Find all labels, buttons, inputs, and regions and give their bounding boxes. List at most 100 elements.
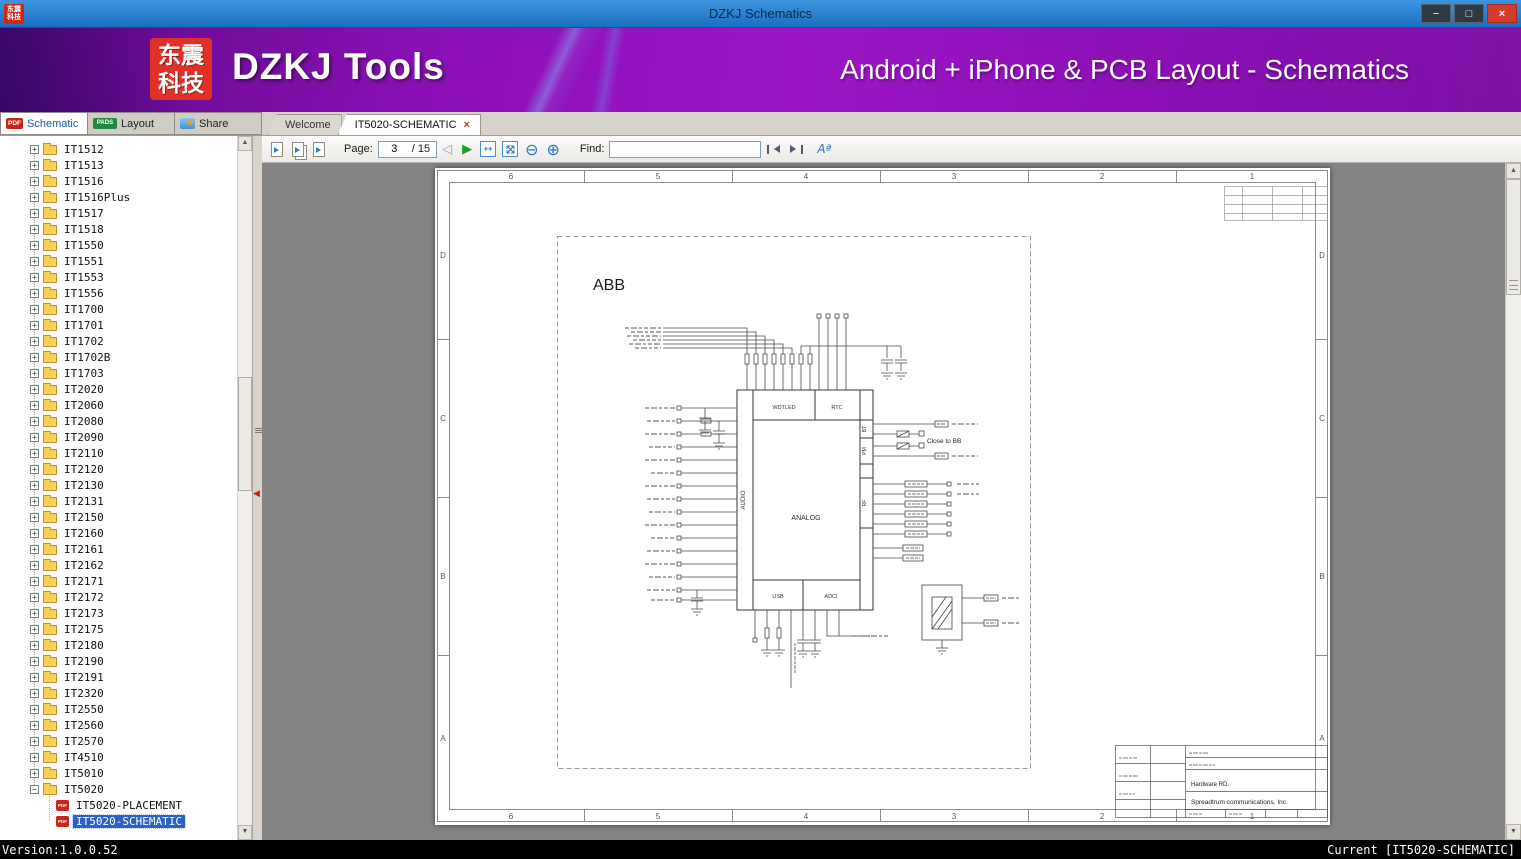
previous-page-icon[interactable]: ◁	[442, 142, 452, 157]
tree-folder-it2190[interactable]: + IT2190	[0, 653, 237, 669]
zoom-out-icon[interactable]: ⊖	[525, 140, 538, 159]
expand-icon[interactable]: +	[30, 288, 39, 298]
expand-icon[interactable]: +	[30, 512, 39, 522]
page-number-input[interactable]	[377, 140, 410, 158]
maximize-button[interactable]: □	[1454, 4, 1484, 23]
expand-icon[interactable]: +	[30, 544, 39, 554]
tree-folder-it1701[interactable]: + IT1701	[0, 317, 237, 333]
sidebar-scrollbar[interactable]: ▲ ▼	[237, 136, 252, 840]
expand-icon[interactable]: +	[30, 224, 39, 234]
tree-folder-it1518[interactable]: + IT1518	[0, 221, 237, 237]
splitter-collapse-icon[interactable]: ◀	[253, 489, 260, 499]
expand-icon[interactable]: +	[30, 240, 39, 250]
tree-folder-it2080[interactable]: + IT2080	[0, 413, 237, 429]
tree-folder-it1512[interactable]: + IT1512	[0, 141, 237, 157]
sidebar-splitter[interactable]: ≡ ◀	[252, 136, 263, 840]
expand-icon[interactable]: +	[30, 656, 39, 666]
tree-folder-it1556[interactable]: + IT1556	[0, 285, 237, 301]
scroll-up-icon[interactable]: ▲	[1506, 163, 1521, 179]
tree-folder-it5020[interactable]: − IT5020	[0, 781, 237, 797]
expand-icon[interactable]: +	[30, 528, 39, 538]
tree-folder-it1516plus[interactable]: + IT1516Plus	[0, 189, 237, 205]
expand-icon[interactable]: +	[30, 208, 39, 218]
scroll-down-icon[interactable]: ▼	[238, 825, 252, 840]
expand-icon[interactable]: +	[30, 368, 39, 378]
find-next-icon[interactable]	[790, 144, 804, 154]
tree-folder-it2180[interactable]: + IT2180	[0, 637, 237, 653]
tree-folder-it1551[interactable]: + IT1551	[0, 253, 237, 269]
scroll-up-icon[interactable]: ▲	[238, 136, 252, 151]
tree-folder-it1700[interactable]: + IT1700	[0, 301, 237, 317]
tree-folder-it2160[interactable]: + IT2160	[0, 525, 237, 541]
tree-folder-it2060[interactable]: + IT2060	[0, 397, 237, 413]
expand-icon[interactable]: +	[30, 624, 39, 634]
expand-icon[interactable]: +	[30, 672, 39, 682]
two-page-view-icon[interactable]	[292, 141, 304, 157]
next-page-icon[interactable]: ▶	[462, 142, 472, 157]
expand-icon[interactable]: +	[30, 336, 39, 346]
expand-icon[interactable]: +	[30, 304, 39, 314]
expand-icon[interactable]: +	[30, 752, 39, 762]
tree-folder-it2130[interactable]: + IT2130	[0, 477, 237, 493]
find-previous-icon[interactable]	[766, 144, 781, 154]
find-input[interactable]	[609, 140, 762, 158]
expand-icon[interactable]: +	[30, 400, 39, 410]
doc-tab-welcome[interactable]: Welcome	[268, 114, 342, 135]
copy-page-icon[interactable]	[271, 141, 283, 157]
tree-folder-it2173[interactable]: + IT2173	[0, 605, 237, 621]
expand-icon[interactable]: +	[30, 432, 39, 442]
tree-folder-it2150[interactable]: + IT2150	[0, 509, 237, 525]
tree-folder-it2090[interactable]: + IT2090	[0, 429, 237, 445]
tree-folder-it1550[interactable]: + IT1550	[0, 237, 237, 253]
tab-share[interactable]: Share	[175, 112, 262, 135]
tree-folder-it2570[interactable]: + IT2570	[0, 733, 237, 749]
page-arrow-icon[interactable]	[313, 141, 325, 157]
expand-icon[interactable]: +	[30, 496, 39, 506]
tree-folder-it2172[interactable]: + IT2172	[0, 589, 237, 605]
match-case-icon[interactable]: Aª	[817, 142, 831, 156]
tree-folder-it2191[interactable]: + IT2191	[0, 669, 237, 685]
tree-folder-it1517[interactable]: + IT1517	[0, 205, 237, 221]
expand-icon[interactable]: +	[30, 160, 39, 170]
expand-icon[interactable]: +	[30, 464, 39, 474]
tree-folder-it2020[interactable]: + IT2020	[0, 381, 237, 397]
tree-folder-it1702b[interactable]: + IT1702B	[0, 349, 237, 365]
expand-icon[interactable]: +	[30, 144, 39, 154]
tree-folder-it2560[interactable]: + IT2560	[0, 717, 237, 733]
close-button[interactable]: ×	[1487, 4, 1517, 23]
expand-icon[interactable]: +	[30, 704, 39, 714]
tree-folder-it4510[interactable]: + IT4510	[0, 749, 237, 765]
tree-folder-it2162[interactable]: + IT2162	[0, 557, 237, 573]
expand-icon[interactable]: +	[30, 560, 39, 570]
expand-icon[interactable]: +	[30, 640, 39, 650]
tab-layout[interactable]: PADS Layout	[88, 112, 175, 135]
expand-icon[interactable]: +	[30, 688, 39, 698]
fit-page-icon[interactable]	[502, 141, 519, 157]
tree-folder-it2131[interactable]: + IT2131	[0, 493, 237, 509]
expand-icon[interactable]: +	[30, 192, 39, 202]
expand-icon[interactable]: +	[30, 384, 39, 394]
expand-icon[interactable]: +	[30, 352, 39, 362]
expand-icon[interactable]: +	[30, 320, 39, 330]
expand-icon[interactable]: +	[30, 592, 39, 602]
expand-icon[interactable]: +	[30, 176, 39, 186]
expand-icon[interactable]: +	[30, 576, 39, 586]
tree-folder-it1513[interactable]: + IT1513	[0, 157, 237, 173]
vertical-scrollbar[interactable]: ▲ ▼	[1505, 163, 1521, 840]
tree-folder-it5010[interactable]: + IT5010	[0, 765, 237, 781]
tree-folder-it2320[interactable]: + IT2320	[0, 685, 237, 701]
zoom-in-icon[interactable]: ⊕	[547, 140, 560, 159]
doc-tab-it5020-schematic[interactable]: IT5020-SCHEMATIC ×	[337, 114, 481, 135]
expand-icon[interactable]: +	[30, 272, 39, 282]
tree-folder-it2120[interactable]: + IT2120	[0, 461, 237, 477]
collapse-icon[interactable]: −	[30, 784, 39, 794]
tree-folder-it2171[interactable]: + IT2171	[0, 573, 237, 589]
document-viewport[interactable]: 665544332211DDCCBBAA ABB WDTLED RTC AUDI…	[262, 163, 1521, 840]
expand-icon[interactable]: +	[30, 736, 39, 746]
tab-close-icon[interactable]: ×	[464, 119, 470, 131]
fit-width-icon[interactable]: ↔	[480, 141, 497, 157]
scrollbar-track[interactable]	[238, 151, 252, 825]
expand-icon[interactable]: +	[30, 448, 39, 458]
scroll-down-icon[interactable]: ▼	[1506, 824, 1521, 840]
expand-icon[interactable]: +	[30, 256, 39, 266]
